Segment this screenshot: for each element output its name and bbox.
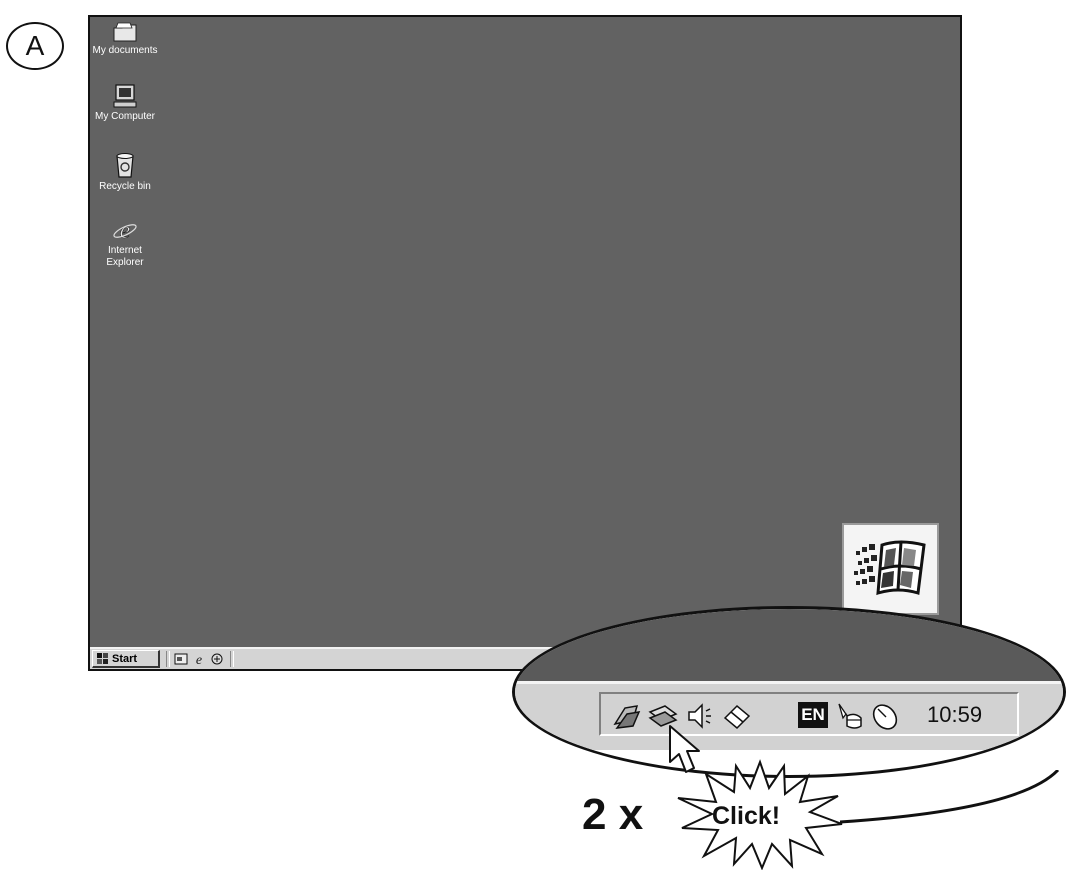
taskbar-separator [230, 651, 234, 667]
magnified-taskbar: EN 10:59 [515, 681, 1063, 750]
start-button[interactable]: Start [92, 650, 160, 668]
windows-logo [842, 523, 939, 615]
windows-logo-icon [854, 540, 926, 596]
desktop-icon-label: My Computer [94, 111, 155, 122]
desktop-icon-my-computer[interactable]: My Computer [90, 83, 165, 123]
magnified-desktop [515, 609, 1063, 683]
desktop-icon-label: Recycle bin [99, 181, 151, 192]
internet-explorer-icon[interactable]: e [192, 652, 206, 666]
windows-flag-icon [97, 653, 108, 664]
language-indicator[interactable]: EN [798, 702, 828, 728]
desktop-icon-label: Internet Explorer [106, 245, 144, 268]
clock[interactable]: 10:59 [927, 702, 982, 728]
folder-icon [113, 22, 137, 42]
mouse-icon[interactable] [869, 700, 901, 732]
click-count-label: 2 x [582, 790, 644, 839]
svg-text:e: e [120, 218, 131, 243]
magnified-tray: EN 10:59 [512, 606, 1066, 778]
desktop-icon-recycle-bin[interactable]: Recycle bin [90, 151, 165, 193]
callout-line [839, 770, 1060, 824]
recycle-bin-icon [116, 153, 134, 178]
computer-icon [113, 84, 137, 108]
start-label: Start [112, 652, 138, 665]
taskbar-separator [166, 651, 170, 667]
language-label: EN [801, 705, 825, 724]
mouse-settings-icon[interactable] [833, 700, 865, 732]
svg-text:e: e [196, 653, 202, 666]
desktop-icon-label: My documents [92, 45, 158, 56]
eraser-icon[interactable] [721, 700, 753, 732]
desktop-icon-internet-explorer[interactable]: e Internet Explorer [90, 217, 165, 269]
show-desktop-icon[interactable] [174, 652, 188, 666]
desktop-icon-my-documents[interactable]: My documents [90, 21, 165, 57]
step-letter: A [25, 30, 45, 61]
click-label: Click! [712, 802, 781, 830]
network-icon[interactable] [611, 700, 643, 732]
desktop-screen: My documents My Computer Recycle bin e I… [88, 15, 962, 671]
outlook-icon[interactable] [210, 652, 224, 666]
system-tray: EN 10:59 [599, 692, 1019, 736]
internet-explorer-icon: e [113, 218, 137, 243]
step-label: A [6, 22, 64, 70]
